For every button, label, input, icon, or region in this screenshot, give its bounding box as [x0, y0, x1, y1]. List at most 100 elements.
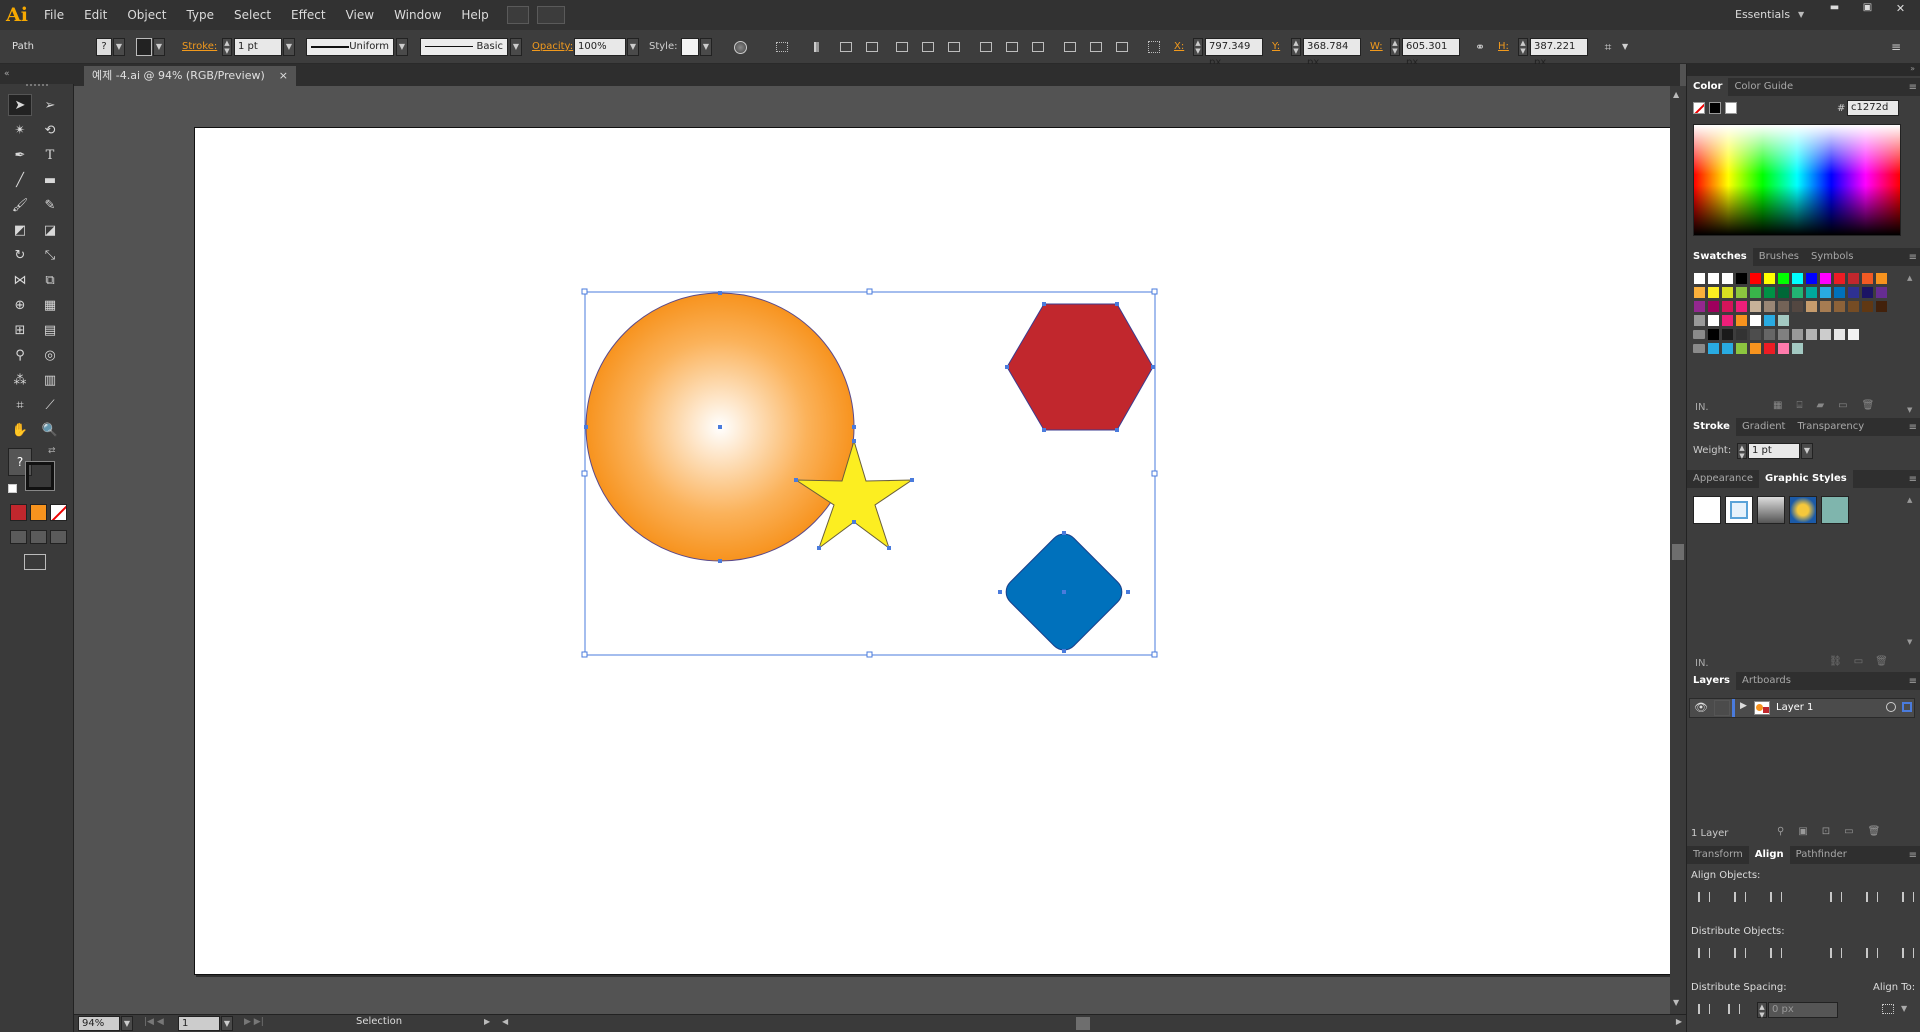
default-fill-stroke-icon[interactable]	[8, 484, 17, 493]
color-swatch[interactable]	[1735, 272, 1748, 285]
vertical-distribute-space-icon[interactable]	[1695, 1000, 1713, 1018]
layer-row[interactable]: 👁 ▶ Layer 1	[1689, 698, 1915, 718]
document-tab-close-icon[interactable]: ×	[279, 66, 288, 86]
fill-swatch[interactable]: ?	[96, 38, 112, 56]
workspace-switcher[interactable]: Essentials	[1735, 0, 1790, 30]
tab-transform[interactable]: Transform	[1687, 846, 1749, 864]
swatches-panel-menu-icon[interactable]: ≡	[1909, 252, 1917, 263]
rotate-tool-icon[interactable]: ↻	[8, 244, 32, 266]
color-swatch[interactable]	[1861, 272, 1874, 285]
menu-object[interactable]: Object	[117, 0, 176, 30]
tab-pathfinder[interactable]: Pathfinder	[1790, 846, 1853, 864]
scroll-up-icon[interactable]: ▲	[1673, 90, 1679, 99]
new-color-group-icon[interactable]: ▰	[1816, 400, 1824, 411]
new-sublayer-icon[interactable]: ⊡	[1822, 826, 1830, 837]
break-link-icon[interactable]: ⛓	[1829, 656, 1842, 667]
tab-transparency[interactable]: Transparency	[1791, 418, 1870, 436]
distribute-left-icon[interactable]	[1060, 37, 1080, 57]
color-swatch[interactable]	[1805, 300, 1818, 313]
panel-align-left-icon[interactable]	[1695, 888, 1713, 906]
color-swatch[interactable]	[1763, 342, 1776, 355]
panel-align-top-icon[interactable]	[1827, 888, 1845, 906]
panel-distribute-hcenter-icon[interactable]	[1863, 944, 1881, 962]
none-mode-button[interactable]	[50, 504, 67, 521]
layer-name[interactable]: Layer 1	[1776, 702, 1813, 713]
tab-stroke[interactable]: Stroke	[1687, 418, 1736, 436]
color-swatch[interactable]	[1777, 342, 1790, 355]
align-right-icon[interactable]	[862, 37, 882, 57]
zoom-dropdown[interactable]: ▼	[121, 1016, 133, 1031]
swatch-options-icon[interactable]: ⌸	[1796, 400, 1802, 411]
color-swatch[interactable]	[1805, 272, 1818, 285]
magic-wand-tool-icon[interactable]: ✴	[8, 119, 32, 141]
layer-selection-indicator[interactable]	[1902, 702, 1912, 712]
color-swatch[interactable]	[1735, 314, 1748, 327]
color-swatch[interactable]	[1791, 342, 1804, 355]
distribute-right-icon[interactable]	[1112, 37, 1132, 57]
color-swatch[interactable]	[1791, 300, 1804, 313]
pen-tool-icon[interactable]: ✒	[8, 144, 32, 166]
h-label[interactable]: H:	[1498, 38, 1509, 56]
workspace-chevron-icon[interactable]: ▼	[1798, 10, 1804, 19]
align-to-chevron-icon[interactable]: ▼	[1901, 1004, 1907, 1013]
draw-behind-icon[interactable]	[30, 530, 47, 544]
color-swatch[interactable]	[1721, 286, 1734, 299]
color-swatch[interactable]	[1833, 328, 1846, 341]
panel-align-center-icon[interactable]	[1731, 888, 1749, 906]
tab-color[interactable]: Color	[1687, 78, 1729, 96]
blend-tool-icon[interactable]: ◎	[38, 344, 62, 366]
horizontal-scroll-thumb[interactable]	[1076, 1017, 1090, 1030]
color-panel-menu-icon[interactable]: ≡	[1909, 82, 1917, 93]
color-black-swatch[interactable]	[1709, 102, 1721, 114]
horizontal-scrollbar[interactable]: ◀ ▶	[502, 1017, 1682, 1030]
color-group-folder-icon[interactable]	[1693, 344, 1705, 353]
color-swatch[interactable]	[1861, 286, 1874, 299]
distribute-top-icon[interactable]	[976, 37, 996, 57]
tab-artboards[interactable]: Artboards	[1736, 672, 1797, 690]
color-swatch[interactable]	[1749, 272, 1762, 285]
menu-type[interactable]: Type	[176, 0, 224, 30]
transform-reference-icon[interactable]	[772, 37, 792, 57]
swatches-scrollbar[interactable]: ▲ ▼	[1907, 274, 1917, 414]
artboard-number-input[interactable]: 1	[178, 1016, 220, 1031]
panel-align-right-icon[interactable]	[1767, 888, 1785, 906]
color-swatch[interactable]	[1749, 286, 1762, 299]
color-swatch[interactable]	[1763, 272, 1776, 285]
distribute-bottom-icon[interactable]	[1028, 37, 1048, 57]
column-graph-tool-icon[interactable]: ▥	[38, 369, 62, 391]
stroke-panel-weight-dropdown[interactable]: ▼	[1801, 443, 1813, 459]
color-swatch[interactable]	[1763, 286, 1776, 299]
menu-select[interactable]: Select	[224, 0, 281, 30]
blob-brush-tool-icon[interactable]: ◩	[8, 219, 32, 241]
color-swatch[interactable]	[1763, 314, 1776, 327]
distribute-horizontal-center-icon[interactable]	[1086, 37, 1106, 57]
gradient-mode-button[interactable]	[30, 504, 47, 521]
spacing-input[interactable]: 0 px	[1768, 1002, 1838, 1018]
recolor-artwork-icon[interactable]	[730, 37, 750, 57]
color-mode-button[interactable]	[10, 504, 27, 521]
align-panel-menu-icon[interactable]: ≡	[1909, 850, 1917, 861]
color-swatch[interactable]	[1819, 272, 1832, 285]
transform-options-chevron-icon[interactable]: ▼	[1622, 38, 1628, 56]
color-swatch[interactable]	[1819, 300, 1832, 313]
color-swatch[interactable]	[1805, 328, 1818, 341]
tab-graphic-styles[interactable]: Graphic Styles	[1759, 470, 1853, 488]
graphic-style-picker[interactable]	[681, 38, 699, 56]
graphic-style-default[interactable]	[1693, 496, 1721, 524]
mesh-tool-icon[interactable]: ⊞	[8, 319, 32, 341]
minimize-button[interactable]: ▬	[1818, 2, 1851, 18]
color-group-folder-icon[interactable]	[1693, 330, 1705, 339]
color-swatch[interactable]	[1693, 314, 1706, 327]
locate-object-icon[interactable]: ⚲	[1777, 826, 1784, 837]
screen-mode-icon[interactable]	[24, 554, 46, 570]
align-vertical-center-icon[interactable]	[918, 37, 938, 57]
color-swatch[interactable]	[1777, 272, 1790, 285]
delete-swatch-icon[interactable]: 🗑	[1862, 400, 1875, 411]
align-left-icon[interactable]	[810, 37, 830, 57]
scale-tool-icon[interactable]: ⤡	[38, 244, 62, 266]
style-dropdown[interactable]: ▼	[700, 38, 712, 56]
spacing-stepper[interactable]: ▲ ▼	[1757, 1002, 1767, 1019]
y-stepper[interactable]: ▲ ▼	[1291, 38, 1301, 56]
free-transform-tool-icon[interactable]: ⧉	[38, 269, 62, 291]
stroke-weight-stepper[interactable]: ▲ ▼	[222, 38, 232, 56]
